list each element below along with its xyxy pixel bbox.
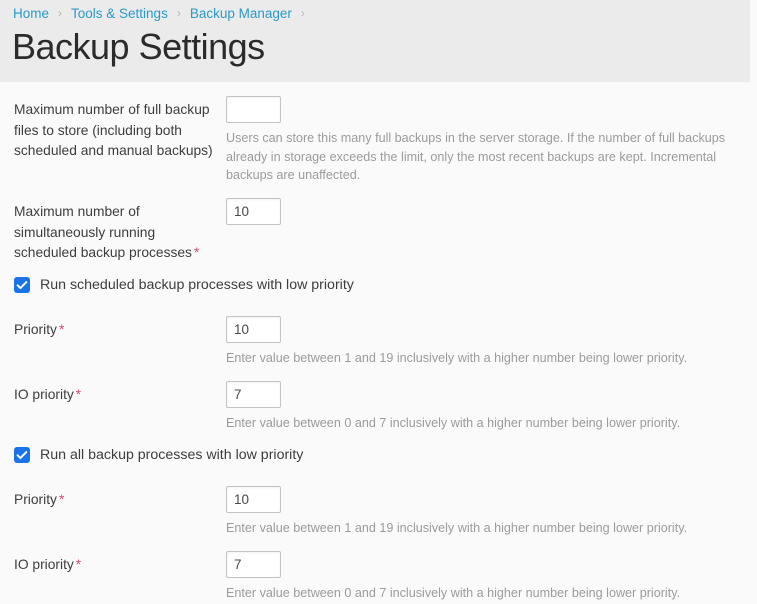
checkbox-scheduled-low-priority[interactable] [14, 277, 30, 293]
hint-all-priority: Enter value between 1 and 19 inclusively… [226, 521, 688, 535]
field-label-text: Priority [14, 492, 57, 507]
hint-scheduled-io-priority: Enter value between 0 and 7 inclusively … [226, 416, 681, 430]
field-label-text: Priority [14, 322, 57, 337]
hint-max-full-backups: Users can store this many full backups i… [226, 131, 726, 182]
chevron-right-icon: › [176, 6, 181, 20]
scheduled-io-priority-input[interactable] [226, 381, 281, 408]
field-label-text: IO priority [14, 557, 74, 572]
required-asterisk: * [75, 387, 82, 402]
field-label-text: Maximum number of simultaneously running… [14, 204, 192, 260]
chevron-right-icon: › [58, 6, 63, 20]
breadcrumb: Home › Tools & Settings › Backup Manager… [13, 3, 314, 23]
page-title: Backup Settings [12, 26, 265, 67]
checkbox-row-all-low-priority[interactable]: Run all backup processes with low priori… [14, 445, 303, 465]
checkbox-row-scheduled-low-priority[interactable]: Run scheduled backup processes with low … [14, 275, 354, 295]
checkbox-label-all-low-priority[interactable]: Run all backup processes with low priori… [40, 445, 303, 465]
checkbox-all-low-priority[interactable] [14, 447, 30, 463]
breadcrumb-item-tools-settings[interactable]: Tools & Settings [71, 6, 168, 21]
field-label-all-io-priority: IO priority * [14, 555, 214, 576]
field-label-scheduled-priority: Priority * [14, 320, 214, 341]
required-asterisk: * [193, 245, 200, 260]
hint-scheduled-priority: Enter value between 1 and 19 inclusively… [226, 351, 688, 365]
backup-settings-form: Maximum number of full backup files to s… [0, 82, 757, 604]
all-priority-input[interactable] [226, 486, 281, 513]
max-full-backups-input[interactable] [226, 96, 281, 123]
scheduled-priority-input[interactable] [226, 316, 281, 343]
breadcrumb-item-home[interactable]: Home [13, 6, 49, 21]
field-label-all-priority: Priority * [14, 490, 214, 511]
checkbox-label-scheduled-low-priority[interactable]: Run scheduled backup processes with low … [40, 275, 354, 295]
page-header-band: Home › Tools & Settings › Backup Manager… [0, 0, 750, 82]
field-label-text: IO priority [14, 387, 74, 402]
field-label-max-full-backups: Maximum number of full backup files to s… [14, 102, 213, 158]
chevron-right-icon: › [300, 6, 305, 20]
required-asterisk: * [75, 557, 82, 572]
field-label-scheduled-io-priority: IO priority * [14, 385, 214, 406]
required-asterisk: * [58, 492, 65, 507]
all-io-priority-input[interactable] [226, 551, 281, 578]
breadcrumb-item-backup-manager[interactable]: Backup Manager [190, 6, 292, 21]
field-label-max-simultaneous-processes: Maximum number of simultaneously running… [14, 202, 214, 264]
hint-all-io-priority: Enter value between 0 and 7 inclusively … [226, 586, 681, 600]
required-asterisk: * [58, 322, 65, 337]
max-simultaneous-processes-input[interactable] [226, 198, 281, 225]
